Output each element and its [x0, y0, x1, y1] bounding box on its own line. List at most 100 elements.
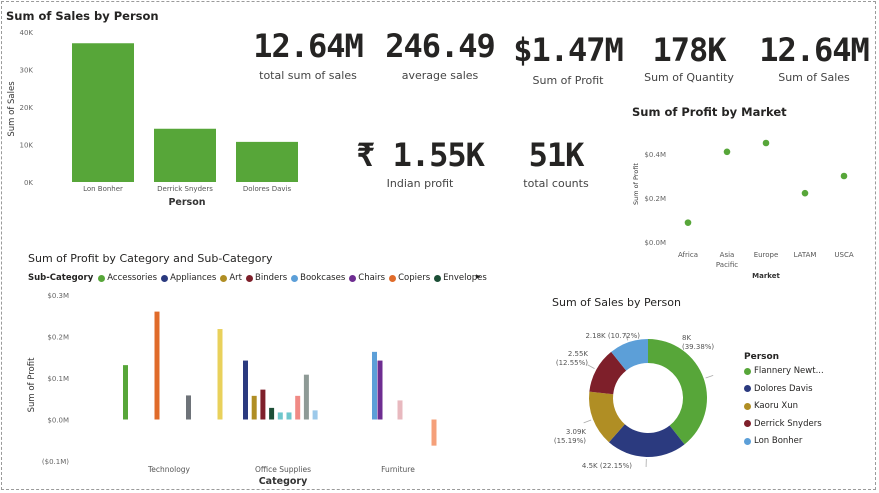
category-bar[interactable]	[260, 389, 266, 420]
bar-lon-bonher[interactable]	[72, 43, 134, 182]
card-total-sum-of-sales-value: 12.64M	[253, 27, 364, 65]
legend-swatch	[744, 420, 751, 427]
legend-swatch	[744, 437, 751, 445]
legend-item-appliances[interactable]: Appliances	[161, 273, 216, 283]
profit-by-category-clustered-bar-chart[interactable]: Sum of Profit Category ($0.1M) $0.0M $0.1M…	[0, 285, 480, 490]
card-sum-of-profit-label: Sum of Profit	[532, 74, 604, 87]
legend-swatch	[220, 274, 228, 282]
market-point-europe[interactable]	[762, 139, 770, 147]
bar-y-tick-label: 20K	[20, 104, 34, 112]
category-bar[interactable]	[123, 365, 128, 420]
category-bar[interactable]	[372, 351, 377, 420]
category-bar[interactable]	[186, 395, 191, 420]
category-legend-title: Sub-Category	[28, 273, 94, 283]
legend-swatch	[389, 274, 397, 282]
bar-dolores-davis[interactable]	[236, 141, 298, 182]
legend-item-copiers[interactable]: Copiers	[389, 273, 430, 283]
legend-swatch	[744, 367, 751, 375]
donut-slice-flannery-newt-[interactable]	[648, 339, 707, 445]
card-sum-of-sales-label: Sum of Sales	[778, 71, 850, 84]
legend-swatch	[161, 274, 169, 282]
bar-y-tick-label: 0K	[24, 179, 33, 187]
legend-label: Derrick Snyders	[754, 418, 822, 429]
market-y-tick-label: $0.0M	[644, 239, 666, 247]
category-bar[interactable]	[397, 400, 403, 420]
bar-x-tick-label: Dolores Davis	[243, 185, 292, 193]
market-x-tick-label: LATAM	[794, 251, 817, 259]
market-x-tick-label: Asia Pacific	[716, 251, 738, 269]
category-y-axis-title: Sum of Profit	[27, 357, 37, 412]
bar-chart-title: Sum of Sales by Person	[6, 9, 159, 23]
market-y-tick-label: $0.2M	[644, 195, 666, 203]
card-sum-of-quantity-value: 178K	[652, 31, 726, 69]
legend-item-art[interactable]: Art	[220, 273, 242, 283]
market-y-tick-label: $0.4M	[644, 151, 666, 159]
category-y-tick-label: $0.2M	[47, 334, 69, 342]
legend-label: Lon Bonher	[754, 436, 803, 446]
legend-label: Binders	[255, 273, 288, 283]
legend-item-bookcases[interactable]: Bookcases	[291, 273, 345, 283]
market-x-tick-label: USCA	[834, 251, 853, 259]
card-sum-of-sales-value: 12.64M	[759, 31, 870, 69]
donut-data-label: 2.18K (10.72%)	[585, 332, 640, 340]
donut-leader-line	[705, 375, 714, 379]
category-bar[interactable]	[286, 412, 292, 420]
category-bar[interactable]	[217, 329, 223, 420]
card-sum-of-profit-value: $1.47M	[513, 31, 624, 69]
donut-legend-item[interactable]: Dolores Davis	[744, 384, 813, 394]
legend-label: Chairs	[358, 273, 386, 283]
market-point-africa[interactable]	[684, 219, 692, 226]
profit-by-market-scatter-chart[interactable]: Sum of Profit Market $0.0M $0.2M $0.4M Afri…	[620, 120, 870, 290]
bar-y-tick-label: 10K	[20, 142, 34, 150]
category-y-tick-label: ($0.1M)	[42, 458, 69, 466]
legend-item-binders[interactable]: Binders	[246, 273, 287, 283]
card-indian-profit-value: ₹ 1.55K	[356, 136, 485, 174]
bar-y-axis-title: Sum of Sales	[7, 81, 17, 137]
category-x-axis-title: Category	[259, 476, 308, 487]
legend-swatch	[434, 274, 442, 282]
legend-swatch	[349, 274, 357, 282]
category-bar[interactable]	[277, 412, 283, 420]
category-bar[interactable]	[377, 360, 383, 420]
legend-label: Flannery Newt...	[754, 366, 824, 376]
donut-legend-title: Person	[744, 352, 780, 362]
category-bar[interactable]	[295, 395, 301, 420]
category-bar[interactable]	[312, 410, 318, 420]
category-bar[interactable]	[431, 419, 437, 446]
legend-next-arrow-icon[interactable]: ▸	[476, 272, 481, 282]
bar-derrick-snyders[interactable]	[154, 128, 216, 182]
category-bar[interactable]	[243, 360, 248, 420]
bar-x-tick-label: Derrick Snyders	[157, 185, 213, 193]
legend-label: Kaoru Xun	[754, 401, 799, 411]
market-chart-title: Sum of Profit by Market	[632, 105, 787, 119]
legend-item-accessories[interactable]: Accessories	[98, 273, 157, 283]
market-x-axis-title: Market	[752, 272, 780, 280]
legend-swatch	[744, 402, 751, 410]
donut-data-label: 8K (39.38%)	[682, 334, 714, 351]
market-y-axis-title: Sum of Profit	[632, 163, 640, 205]
category-bar[interactable]	[269, 407, 275, 420]
category-bar[interactable]	[251, 395, 257, 420]
legend-swatch	[246, 274, 253, 282]
donut-legend-item[interactable]: Lon Bonher	[744, 436, 802, 446]
donut-leader-line	[587, 364, 595, 369]
card-average-sales-value: 246.49	[385, 27, 496, 65]
donut-data-label: 4.5K (22.15%)	[582, 462, 632, 470]
bar-y-tick-label: 40K	[20, 29, 34, 37]
donut-legend-item[interactable]: Derrick Snyders	[744, 419, 822, 429]
legend-item-chairs[interactable]: Chairs	[349, 273, 385, 283]
market-x-tick-label: Africa	[678, 251, 698, 259]
category-bar[interactable]	[154, 311, 160, 420]
market-point-asia-pacific[interactable]	[723, 148, 731, 156]
sales-by-person-donut-chart[interactable]: 8K (39.38%) 4.5K (22.15%) 3.09K (15.19%) 2.55…	[530, 312, 745, 482]
card-sum-of-quantity-label: Sum of Quantity	[644, 71, 734, 84]
market-point-latam[interactable]	[801, 189, 809, 197]
category-bar[interactable]	[303, 374, 309, 420]
donut-legend-item[interactable]: Kaoru Xun	[744, 401, 798, 411]
donut-leader-line	[583, 419, 592, 424]
legend-swatch	[98, 274, 106, 282]
donut-legend-item[interactable]: Flannery Newt...	[744, 366, 824, 376]
market-x-tick-label: Europe	[754, 251, 779, 259]
legend-label: Bookcases	[300, 273, 346, 283]
market-point-usca[interactable]	[840, 172, 848, 180]
